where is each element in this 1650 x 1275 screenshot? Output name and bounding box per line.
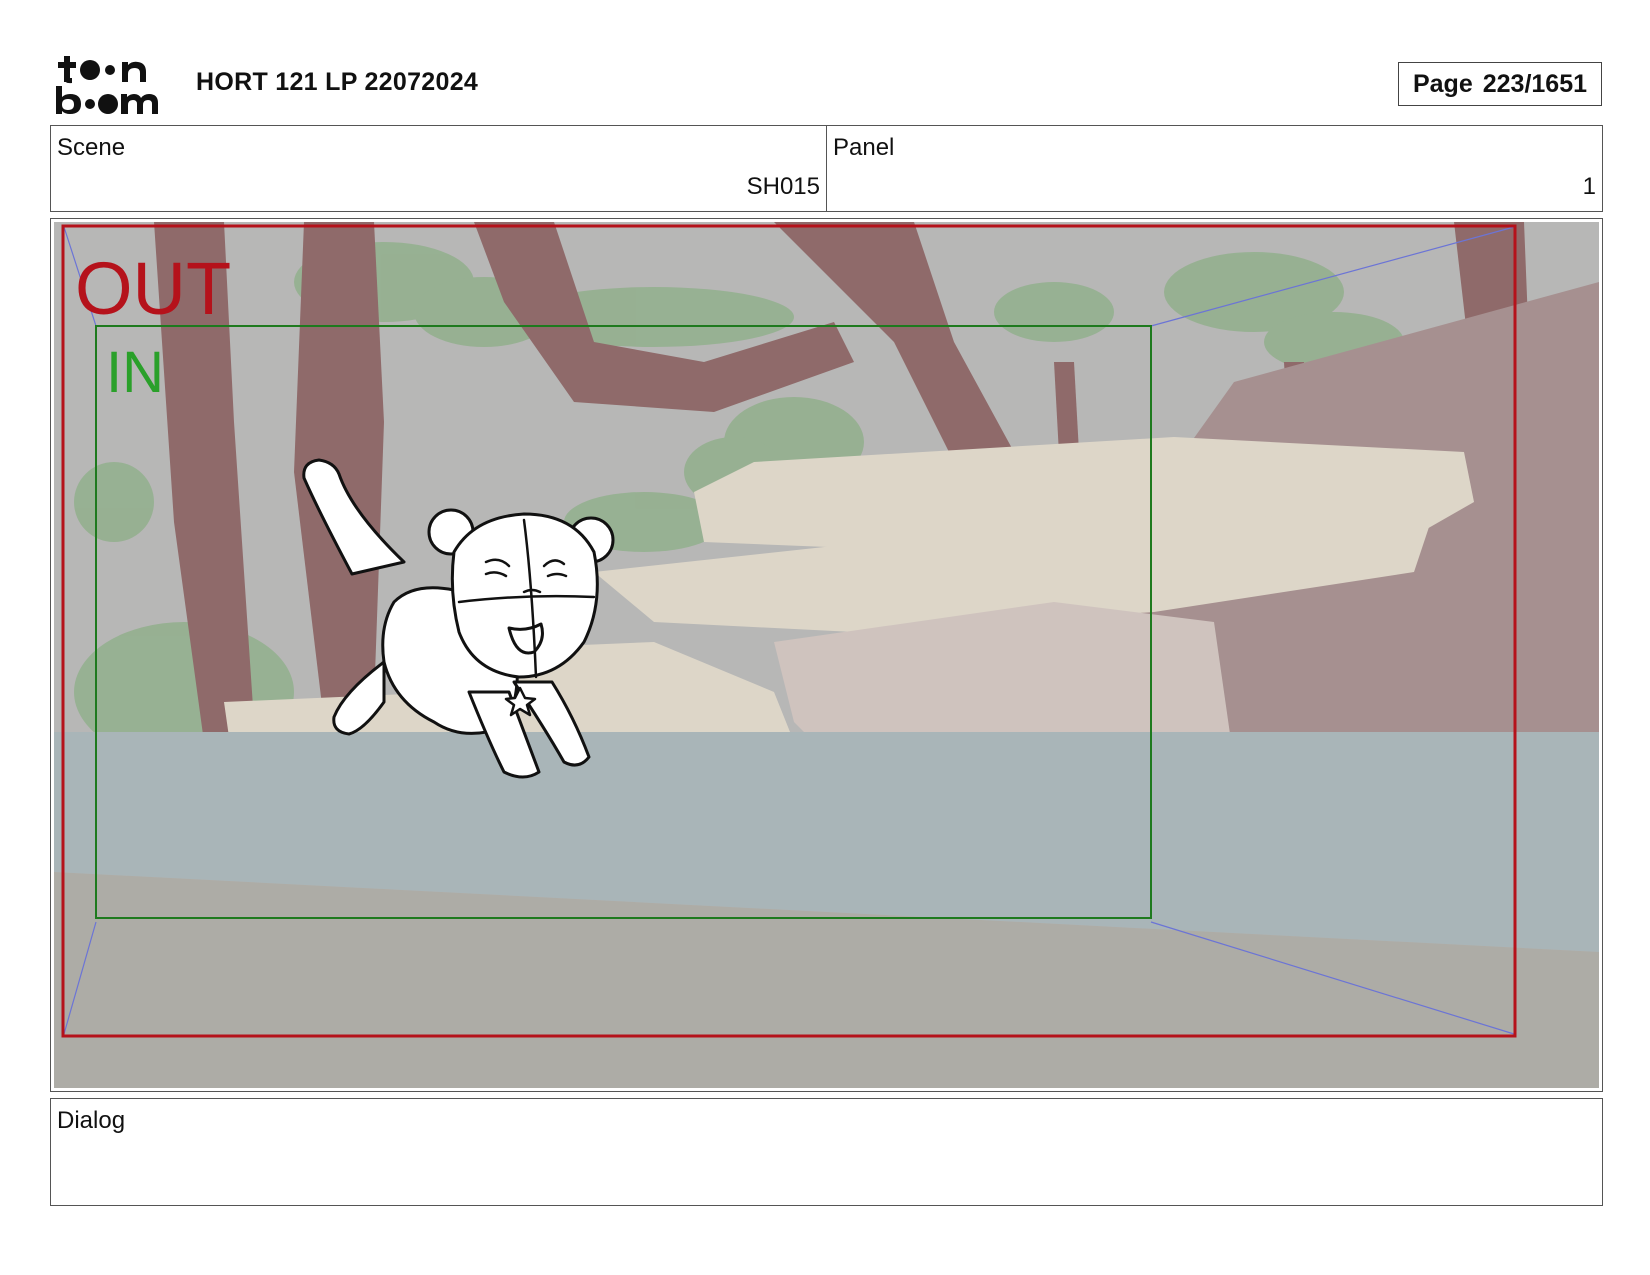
toon-boom-logo <box>56 56 158 114</box>
panel-label: Panel <box>833 134 895 161</box>
scene-label: Scene <box>57 134 126 161</box>
panel-value: 1 <box>1582 173 1596 200</box>
panel-cell: Panel 1 <box>826 126 1602 211</box>
panel-artwork: OUT IN <box>54 222 1599 1088</box>
document-title: HORT 121 LP 22072024 <box>196 68 479 96</box>
out-label: OUT <box>75 247 231 330</box>
dialog-label: Dialog <box>57 1107 126 1134</box>
storyboard-panel: OUT IN <box>50 218 1603 1092</box>
page-label: Page <box>1412 69 1473 98</box>
scene-panel-table: Scene SH015 Panel 1 <box>50 125 1603 212</box>
in-label: IN <box>106 340 164 405</box>
dialog-box: Dialog <box>50 1098 1603 1206</box>
scene-cell: Scene SH015 <box>51 126 826 211</box>
page-number: 223/1651 <box>1482 69 1588 98</box>
scene-value: SH015 <box>746 173 820 200</box>
page-indicator: Page 223/1651 <box>1398 62 1602 106</box>
